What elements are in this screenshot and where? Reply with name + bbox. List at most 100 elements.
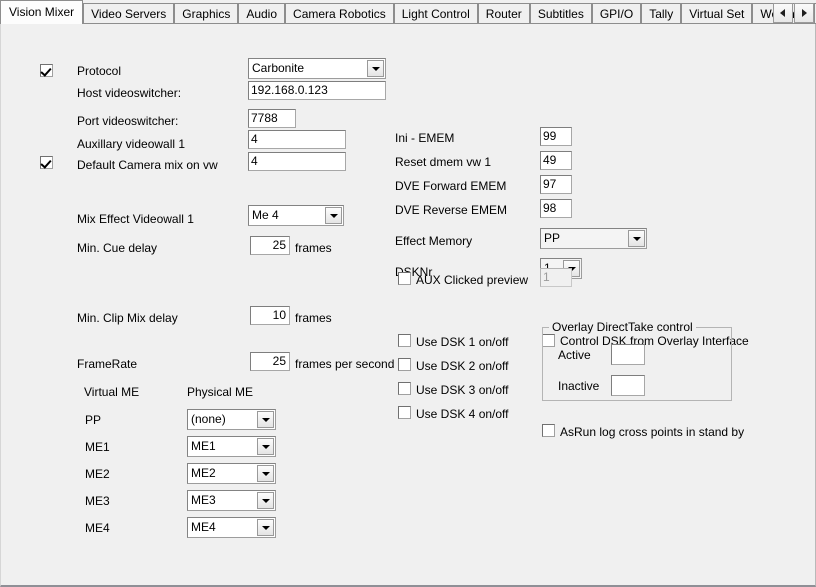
chevron-down-icon[interactable] xyxy=(257,492,274,509)
tab-virtual-set[interactable]: Virtual Set xyxy=(681,3,753,23)
tab-router[interactable]: Router xyxy=(477,3,530,23)
physical-me-2-value: ME1 xyxy=(191,439,216,453)
physical-me-1-combo[interactable]: (none) xyxy=(187,409,276,430)
physical-me-header: Physical ME xyxy=(187,385,254,399)
use-dsk-1-checkbox[interactable] xyxy=(398,334,411,347)
tab-label: Light Control xyxy=(401,7,470,21)
port-videoswitcher-label: Port videoswitcher: xyxy=(77,114,179,128)
ini-emem-label: Ini - EMEM xyxy=(395,131,455,145)
host-videoswitcher-label: Host videoswitcher: xyxy=(77,86,182,100)
default-camera-mix-label: Default Camera mix on vw xyxy=(77,158,218,172)
aux-clicked-preview-label: AUX Clicked preview xyxy=(416,273,529,287)
tab-label: Router xyxy=(485,7,522,21)
tab-label: Subtitles xyxy=(537,7,584,21)
tab-scroll-right-button[interactable] xyxy=(794,3,814,23)
auxillary-videowall-label: Auxillary videowall 1 xyxy=(77,137,186,151)
min-cue-delay-units: frames xyxy=(295,241,332,255)
chevron-down-icon[interactable] xyxy=(325,207,342,224)
overlay-directtake-inactive-input[interactable] xyxy=(611,375,645,396)
use-dsk-2-label: Use DSK 2 on/off xyxy=(416,359,509,373)
min-cue-delay-label: Min. Cue delay xyxy=(77,241,158,255)
framerate-label: FrameRate xyxy=(77,357,138,371)
triangle-right-icon xyxy=(802,9,807,17)
tab-label: Audio xyxy=(246,7,278,21)
dve-reverse-emem-label: DVE Reverse EMEM xyxy=(395,203,508,217)
use-dsk-3-label: Use DSK 3 on/off xyxy=(416,383,509,397)
dve-forward-emem-label: DVE Forward EMEM xyxy=(395,179,507,193)
physical-me-1-value: (none) xyxy=(191,412,226,426)
physical-me-2-combo[interactable]: ME1 xyxy=(187,436,276,457)
tab-light-control[interactable]: Light Control xyxy=(393,3,478,23)
chevron-down-icon[interactable] xyxy=(257,411,274,428)
host-videoswitcher-input[interactable]: 192.168.0.123 xyxy=(248,81,386,100)
tab-subtitles[interactable]: Subtitles xyxy=(529,3,592,23)
physical-me-3-value: ME2 xyxy=(191,466,216,480)
triangle-left-icon xyxy=(780,9,785,17)
virtual-me-4-label: ME3 xyxy=(85,494,110,508)
physical-me-5-combo[interactable]: ME4 xyxy=(187,517,276,538)
physical-me-5-value: ME4 xyxy=(191,520,216,534)
tab-label: GPI/O xyxy=(599,7,634,21)
tab-scroll-left-button[interactable] xyxy=(773,3,793,23)
overlay-directtake-active-input[interactable] xyxy=(611,344,645,365)
framerate-units: frames per second xyxy=(295,357,395,371)
dve-forward-emem-input[interactable]: 97 xyxy=(540,175,572,194)
chevron-down-icon[interactable] xyxy=(257,465,274,482)
min-clip-mix-delay-label: Min. Clip Mix delay xyxy=(77,311,178,325)
tab-camera-robotics[interactable]: Camera Robotics xyxy=(285,3,394,23)
protocol-label: Protocol xyxy=(77,64,122,78)
reset-dmem-input[interactable]: 49 xyxy=(540,151,572,170)
tab-gpi-o[interactable]: GPI/O xyxy=(591,3,642,23)
use-dsk-4-checkbox[interactable] xyxy=(398,406,411,419)
mix-effect-videowall-value: Me 4 xyxy=(252,208,279,222)
physical-me-4-combo[interactable]: ME3 xyxy=(187,490,276,511)
tab-label: Graphics xyxy=(182,7,231,21)
protocol-combo-value: Carbonite xyxy=(252,61,305,75)
physical-me-3-combo[interactable]: ME2 xyxy=(187,463,276,484)
vision-mixer-tab-page: Protocol Carbonite Host videoswitcher: 1… xyxy=(0,24,816,587)
chevron-down-icon[interactable] xyxy=(257,519,274,536)
aux-clicked-preview-checkbox[interactable] xyxy=(398,272,411,285)
virtual-me-5-label: ME4 xyxy=(85,521,110,535)
chevron-down-icon[interactable] xyxy=(257,438,274,455)
overlay-directtake-groupbox: Overlay DirectTake control Active Inacti… xyxy=(542,320,732,401)
protocol-enable-checkbox[interactable] xyxy=(40,64,53,77)
tab-video-servers[interactable]: Video Servers xyxy=(83,3,175,23)
effect-memory-value: PP xyxy=(544,231,561,245)
asrun-log-checkbox[interactable] xyxy=(542,424,555,437)
framerate-input[interactable]: 25 xyxy=(250,352,290,371)
use-dsk-1-label: Use DSK 1 on/off xyxy=(416,335,509,349)
dve-reverse-emem-input[interactable]: 98 xyxy=(540,199,572,218)
tab-vision-mixer[interactable]: Vision Mixer xyxy=(0,0,84,24)
vision-mixer-settings-window: Vision Mixer Video Servers Graphics Audio Ca… xyxy=(0,0,816,587)
tab-graphics[interactable]: Graphics xyxy=(174,3,239,23)
tab-label: Vision Mixer xyxy=(9,5,75,19)
overlay-directtake-active-label: Active xyxy=(558,348,591,362)
protocol-combo[interactable]: Carbonite xyxy=(248,58,386,79)
ini-emem-input[interactable]: 99 xyxy=(540,127,572,146)
tab-audio[interactable]: Audio xyxy=(238,3,286,23)
tab-label: Video Servers xyxy=(91,7,167,21)
virtual-me-3-label: ME2 xyxy=(85,467,110,481)
tab-strip: Vision Mixer Video Servers Graphics Audio Ca… xyxy=(0,0,816,24)
tab-tally[interactable]: Tally xyxy=(641,3,682,23)
default-camera-mix-checkbox[interactable] xyxy=(40,156,53,169)
min-clip-mix-delay-input[interactable]: 10 xyxy=(250,306,290,325)
default-camera-mix-input[interactable]: 4 xyxy=(248,152,346,171)
physical-me-4-value: ME3 xyxy=(191,493,216,507)
auxillary-videowall-input[interactable]: 4 xyxy=(248,130,346,149)
reset-dmem-label: Reset dmem vw 1 xyxy=(395,155,492,169)
chevron-down-icon[interactable] xyxy=(367,60,384,77)
use-dsk-2-checkbox[interactable] xyxy=(398,358,411,371)
effect-memory-combo[interactable]: PP xyxy=(540,228,647,249)
tab-scroll-buttons xyxy=(773,3,815,23)
chevron-down-icon[interactable] xyxy=(628,230,645,247)
tab-label: Camera Robotics xyxy=(293,7,386,21)
mix-effect-videowall-combo[interactable]: Me 4 xyxy=(248,205,344,226)
min-clip-mix-delay-units: frames xyxy=(295,311,332,325)
overlay-directtake-inactive-label: Inactive xyxy=(558,379,600,393)
virtual-me-1-label: PP xyxy=(85,413,102,427)
use-dsk-3-checkbox[interactable] xyxy=(398,382,411,395)
port-videoswitcher-input[interactable]: 7788 xyxy=(248,109,296,128)
min-cue-delay-input[interactable]: 25 xyxy=(250,236,290,255)
